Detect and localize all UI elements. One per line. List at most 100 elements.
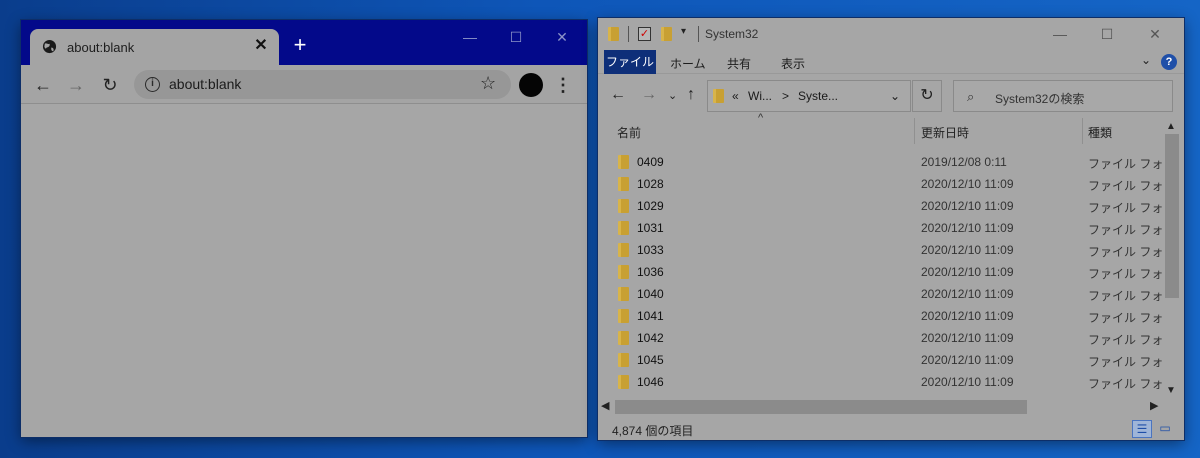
folder-icon: [618, 177, 629, 191]
file-type: ファイル フォルダー: [1088, 245, 1164, 259]
file-type: ファイル フォルダー: [1088, 377, 1164, 391]
address-bar[interactable]: i about:blank ☆: [134, 70, 511, 99]
close-window-button[interactable]: ✕: [542, 23, 582, 51]
recent-locations-chevron-icon[interactable]: ⌄: [668, 89, 677, 102]
scroll-down-icon[interactable]: ▼: [1166, 385, 1176, 396]
file-type: ファイル フォルダー: [1088, 333, 1164, 347]
back-button[interactable]: ←: [31, 73, 55, 97]
browser-menu-button[interactable]: ⋮: [554, 73, 572, 97]
new-folder-icon[interactable]: [661, 27, 672, 41]
scroll-up-icon[interactable]: ▲: [1166, 121, 1176, 132]
maximize-button[interactable]: ☐: [1087, 20, 1127, 48]
folder-icon: [618, 375, 629, 389]
file-name: 1045: [637, 353, 664, 367]
status-bar: 4,874 個の項目 ☰ ▭: [598, 418, 1184, 440]
close-window-button[interactable]: ✕: [1135, 20, 1175, 48]
profile-avatar[interactable]: [519, 73, 543, 97]
list-item[interactable]: 1040 2020/12/10 11:09 ファイル フォルダー: [598, 283, 1164, 305]
file-date: 2020/12/10 11:09: [921, 221, 1014, 235]
ribbon-tabs: ファイル ホーム 共有 表示 ⌄ ?: [598, 50, 1184, 74]
browser-tab[interactable]: about:blank ✕: [30, 29, 279, 65]
breadcrumb-system32[interactable]: Syste...: [798, 89, 838, 103]
horizontal-scroll-thumb[interactable]: [615, 400, 1027, 414]
address-dropdown-icon[interactable]: ⌄: [890, 89, 900, 103]
file-type: ファイル フォルダー: [1088, 157, 1164, 171]
quick-access-toolbar: ✓ ▾ System32 — ☐ ✕: [598, 18, 1184, 50]
page-content[interactable]: [21, 105, 587, 437]
file-type: ファイル フォルダー: [1088, 201, 1164, 215]
vertical-scrollbar[interactable]: ▲ ▼: [1164, 118, 1181, 398]
list-item[interactable]: 1046 2020/12/10 11:09 ファイル フォルダー: [598, 371, 1164, 393]
file-name: 0409: [637, 155, 664, 169]
list-item[interactable]: 1045 2020/12/10 11:09 ファイル フォルダー: [598, 349, 1164, 371]
column-header-date[interactable]: 更新日時: [921, 124, 969, 141]
new-tab-button[interactable]: +: [289, 34, 311, 56]
list-item[interactable]: 1029 2020/12/10 11:09 ファイル フォルダー: [598, 195, 1164, 217]
column-headers: ^ 名前 更新日時 種類: [598, 112, 1164, 144]
scroll-left-icon[interactable]: ◀: [601, 399, 609, 412]
list-item[interactable]: 1033 2020/12/10 11:09 ファイル フォルダー: [598, 239, 1164, 261]
minimize-button[interactable]: —: [450, 23, 490, 51]
separator: [628, 26, 629, 42]
scroll-right-icon[interactable]: ▶: [1150, 399, 1158, 412]
list-item[interactable]: 1042 2020/12/10 11:09 ファイル フォルダー: [598, 327, 1164, 349]
file-explorer-window: ✓ ▾ System32 — ☐ ✕ ファイル ホーム 共有 表示 ⌄ ? ← …: [598, 18, 1184, 440]
file-list: 0409 2019/12/08 0:11 ファイル フォルダー 1028 2020/12…: [598, 151, 1164, 398]
column-divider[interactable]: [914, 118, 915, 144]
folder-icon: [618, 155, 629, 169]
item-count: 4,874 個の項目: [612, 424, 694, 438]
back-button[interactable]: ←: [610, 86, 626, 104]
ribbon-expand-chevron-icon[interactable]: ⌄: [1141, 53, 1151, 67]
bookmark-star-icon[interactable]: ☆: [480, 73, 496, 94]
site-info-icon[interactable]: i: [145, 77, 160, 92]
folder-icon: [618, 221, 629, 235]
file-name: 1028: [637, 177, 664, 191]
file-type: ファイル フォルダー: [1088, 267, 1164, 281]
file-type: ファイル フォルダー: [1088, 223, 1164, 237]
column-header-name[interactable]: 名前: [617, 124, 641, 141]
up-button[interactable]: ↑: [687, 86, 695, 104]
list-item[interactable]: 1041 2020/12/10 11:09 ファイル フォルダー: [598, 305, 1164, 327]
list-item[interactable]: 1036 2020/12/10 11:09 ファイル フォルダー: [598, 261, 1164, 283]
folder-icon: [618, 353, 629, 367]
column-header-type[interactable]: 種類: [1088, 124, 1112, 141]
file-date: 2020/12/10 11:09: [921, 177, 1014, 191]
breadcrumb-windows[interactable]: Wi...: [748, 89, 772, 103]
address-bar[interactable]: « Wi... > Syste... ⌄: [707, 80, 911, 112]
file-name: 1040: [637, 287, 664, 301]
folder-icon: [618, 309, 629, 323]
qat-dropdown-icon[interactable]: ▾: [681, 26, 686, 37]
tab-close-button[interactable]: ✕: [250, 35, 272, 57]
column-divider[interactable]: [1082, 118, 1083, 144]
url-text[interactable]: about:blank: [169, 76, 241, 92]
ribbon-tab-home[interactable]: ホーム: [670, 55, 706, 72]
minimize-button[interactable]: —: [1040, 20, 1080, 48]
forward-button[interactable]: →: [641, 86, 657, 104]
reload-button[interactable]: ↻: [98, 73, 122, 97]
list-item[interactable]: 0409 2019/12/08 0:11 ファイル フォルダー: [598, 151, 1164, 173]
ribbon-tab-share[interactable]: 共有: [727, 55, 751, 72]
file-date: 2020/12/10 11:09: [921, 375, 1014, 389]
large-icons-view-icon[interactable]: ▭: [1155, 420, 1175, 438]
file-date: 2020/12/10 11:09: [921, 353, 1014, 367]
list-item[interactable]: 1028 2020/12/10 11:09 ファイル フォルダー: [598, 173, 1164, 195]
forward-button[interactable]: →: [64, 73, 88, 97]
file-name: 1046: [637, 375, 664, 389]
file-name: 1036: [637, 265, 664, 279]
refresh-button[interactable]: ↻: [912, 80, 942, 112]
breadcrumb-separator-icon[interactable]: >: [782, 89, 789, 103]
breadcrumb-overflow[interactable]: «: [732, 89, 739, 103]
file-date: 2020/12/10 11:09: [921, 265, 1014, 279]
folder-icon: [618, 331, 629, 345]
help-icon[interactable]: ?: [1161, 54, 1177, 70]
search-input[interactable]: ⌕ System32の検索: [953, 80, 1173, 112]
ribbon-tab-file[interactable]: ファイル: [604, 50, 656, 74]
ribbon-tab-view[interactable]: 表示: [781, 55, 805, 72]
details-view-icon[interactable]: ☰: [1132, 420, 1152, 438]
folder-icon: [618, 265, 629, 279]
list-item[interactable]: 1031 2020/12/10 11:09 ファイル フォルダー: [598, 217, 1164, 239]
maximize-button[interactable]: ☐: [496, 23, 536, 51]
vertical-scroll-thumb[interactable]: [1165, 134, 1179, 298]
horizontal-scrollbar[interactable]: ◀ ▶: [598, 398, 1164, 415]
properties-check-icon[interactable]: ✓: [638, 27, 651, 41]
